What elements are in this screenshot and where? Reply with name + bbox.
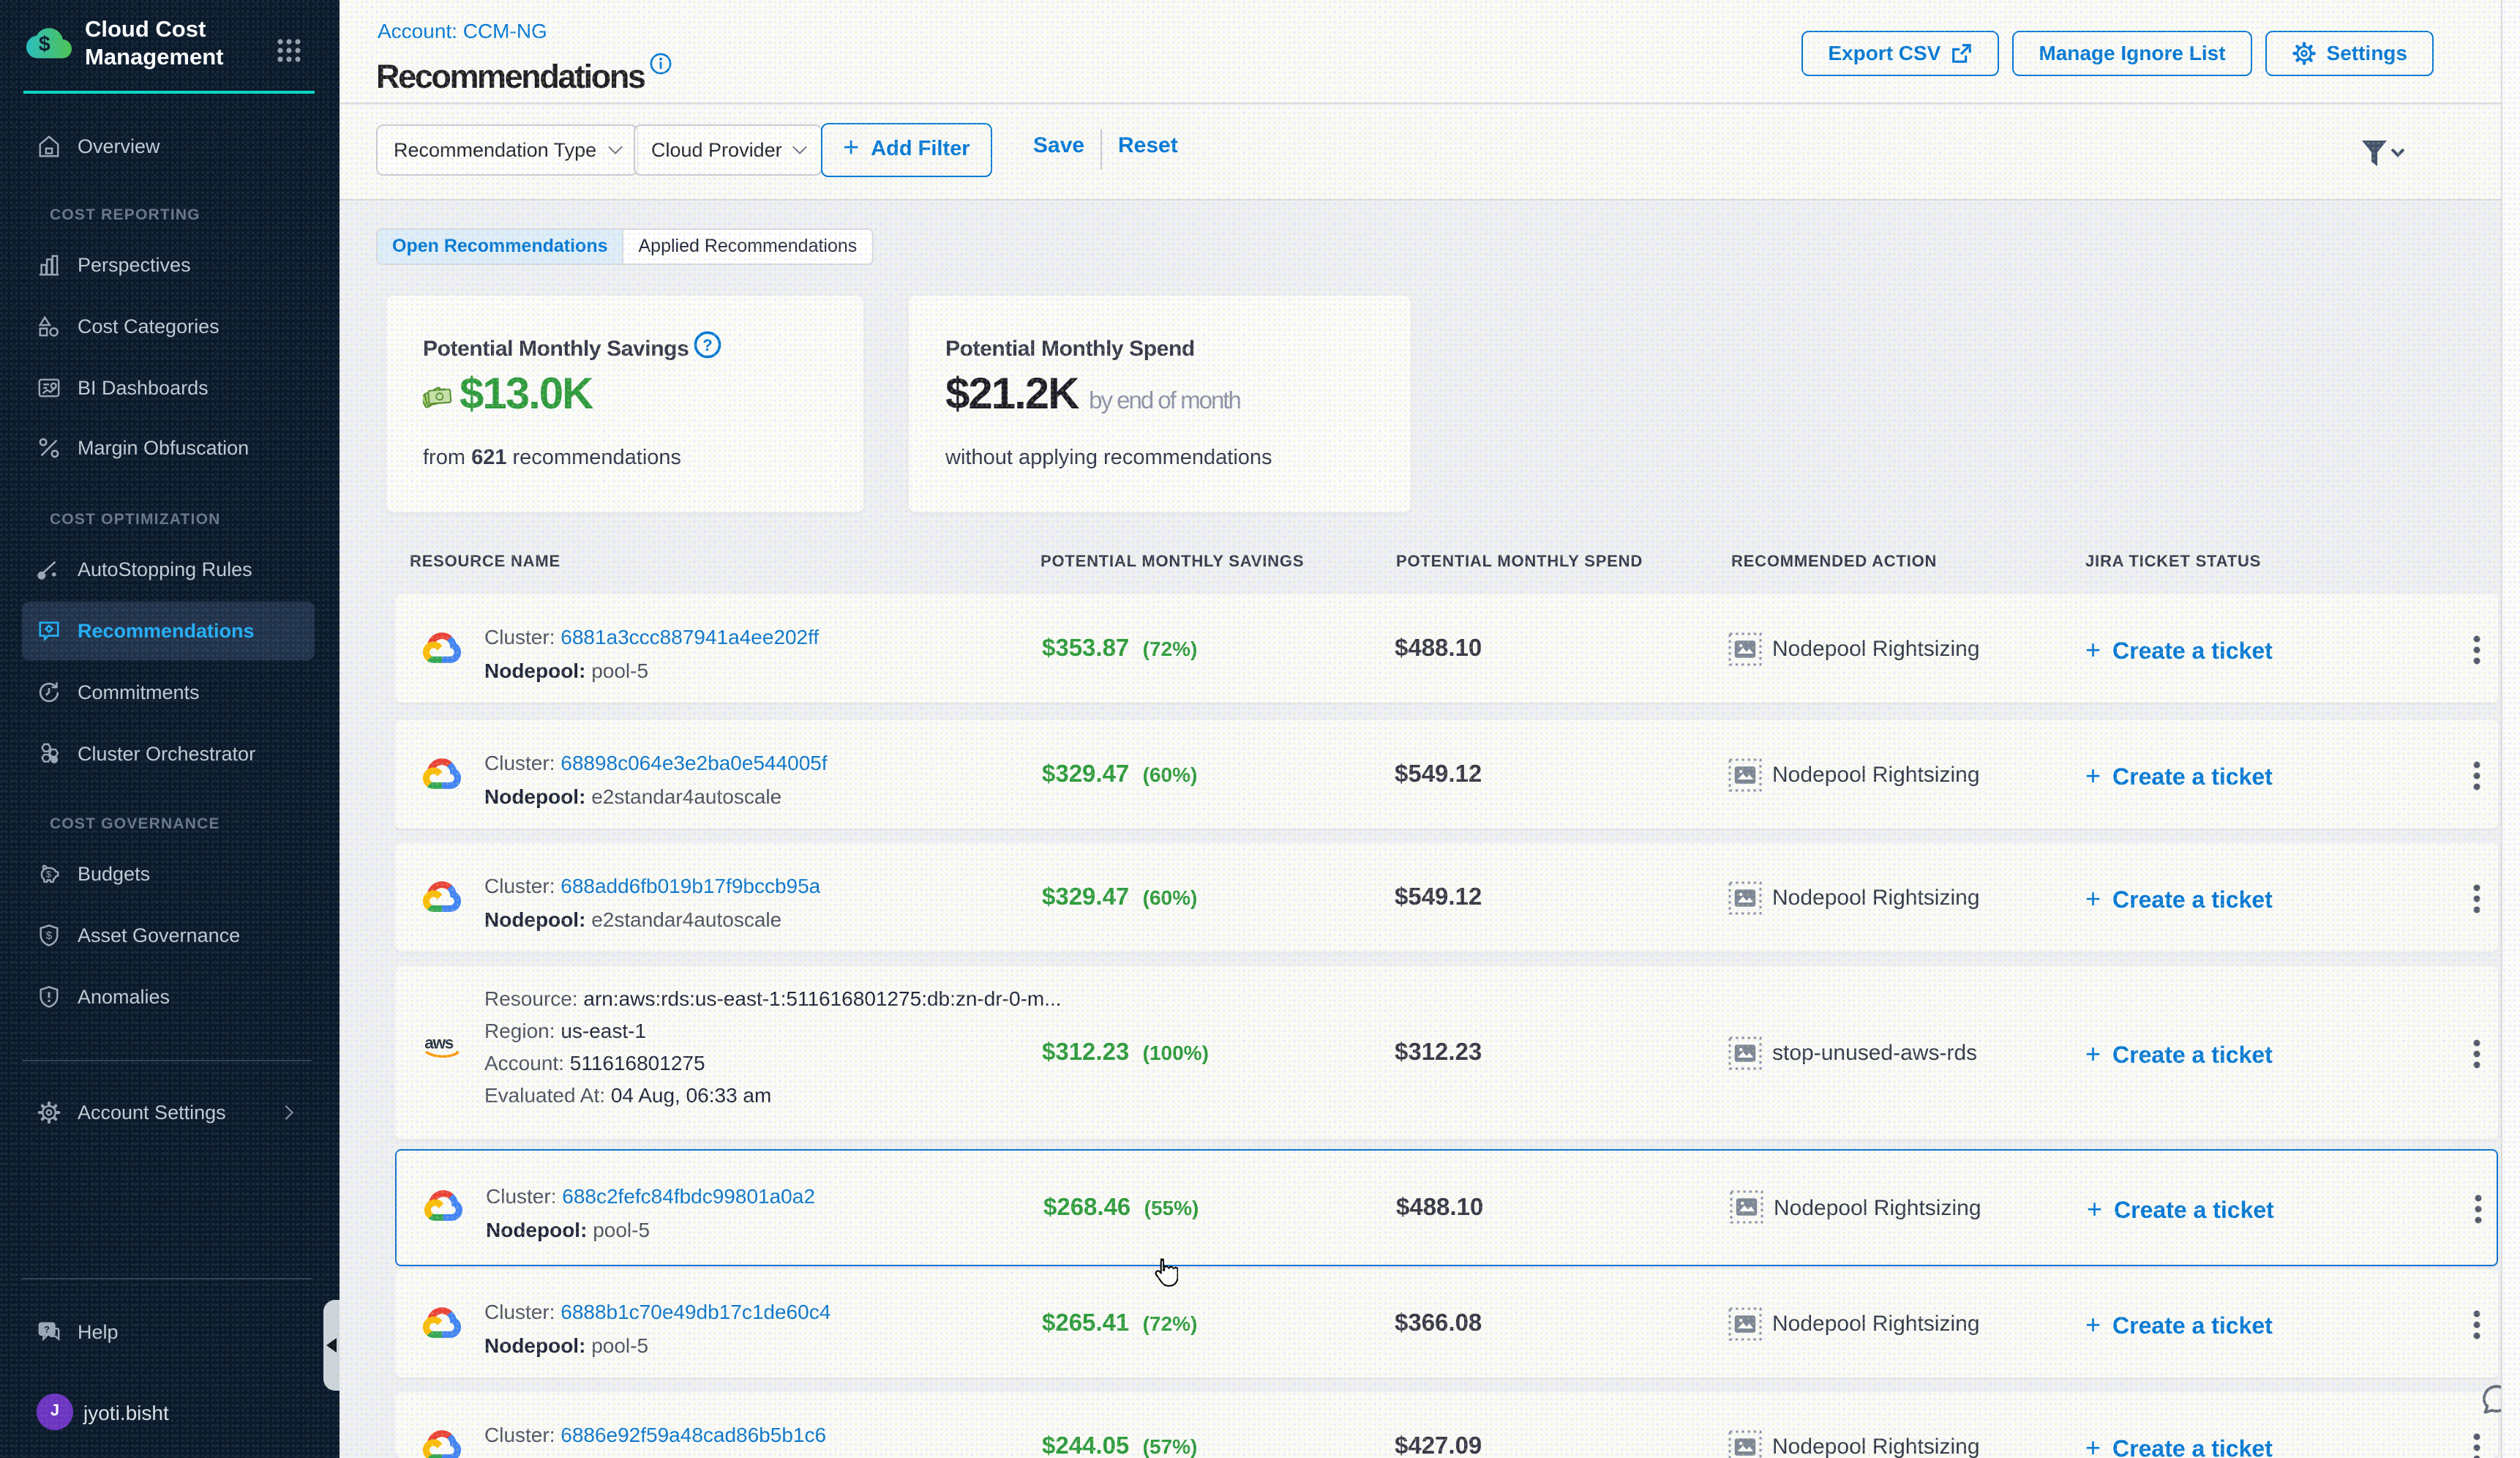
svg-text:$: $ — [46, 870, 51, 880]
svg-text:?: ? — [702, 336, 712, 354]
svg-text:$: $ — [46, 930, 53, 942]
svg-text:$: $ — [39, 32, 50, 56]
svg-text:?: ? — [44, 1325, 50, 1335]
svg-text:aws: aws — [424, 1033, 454, 1052]
